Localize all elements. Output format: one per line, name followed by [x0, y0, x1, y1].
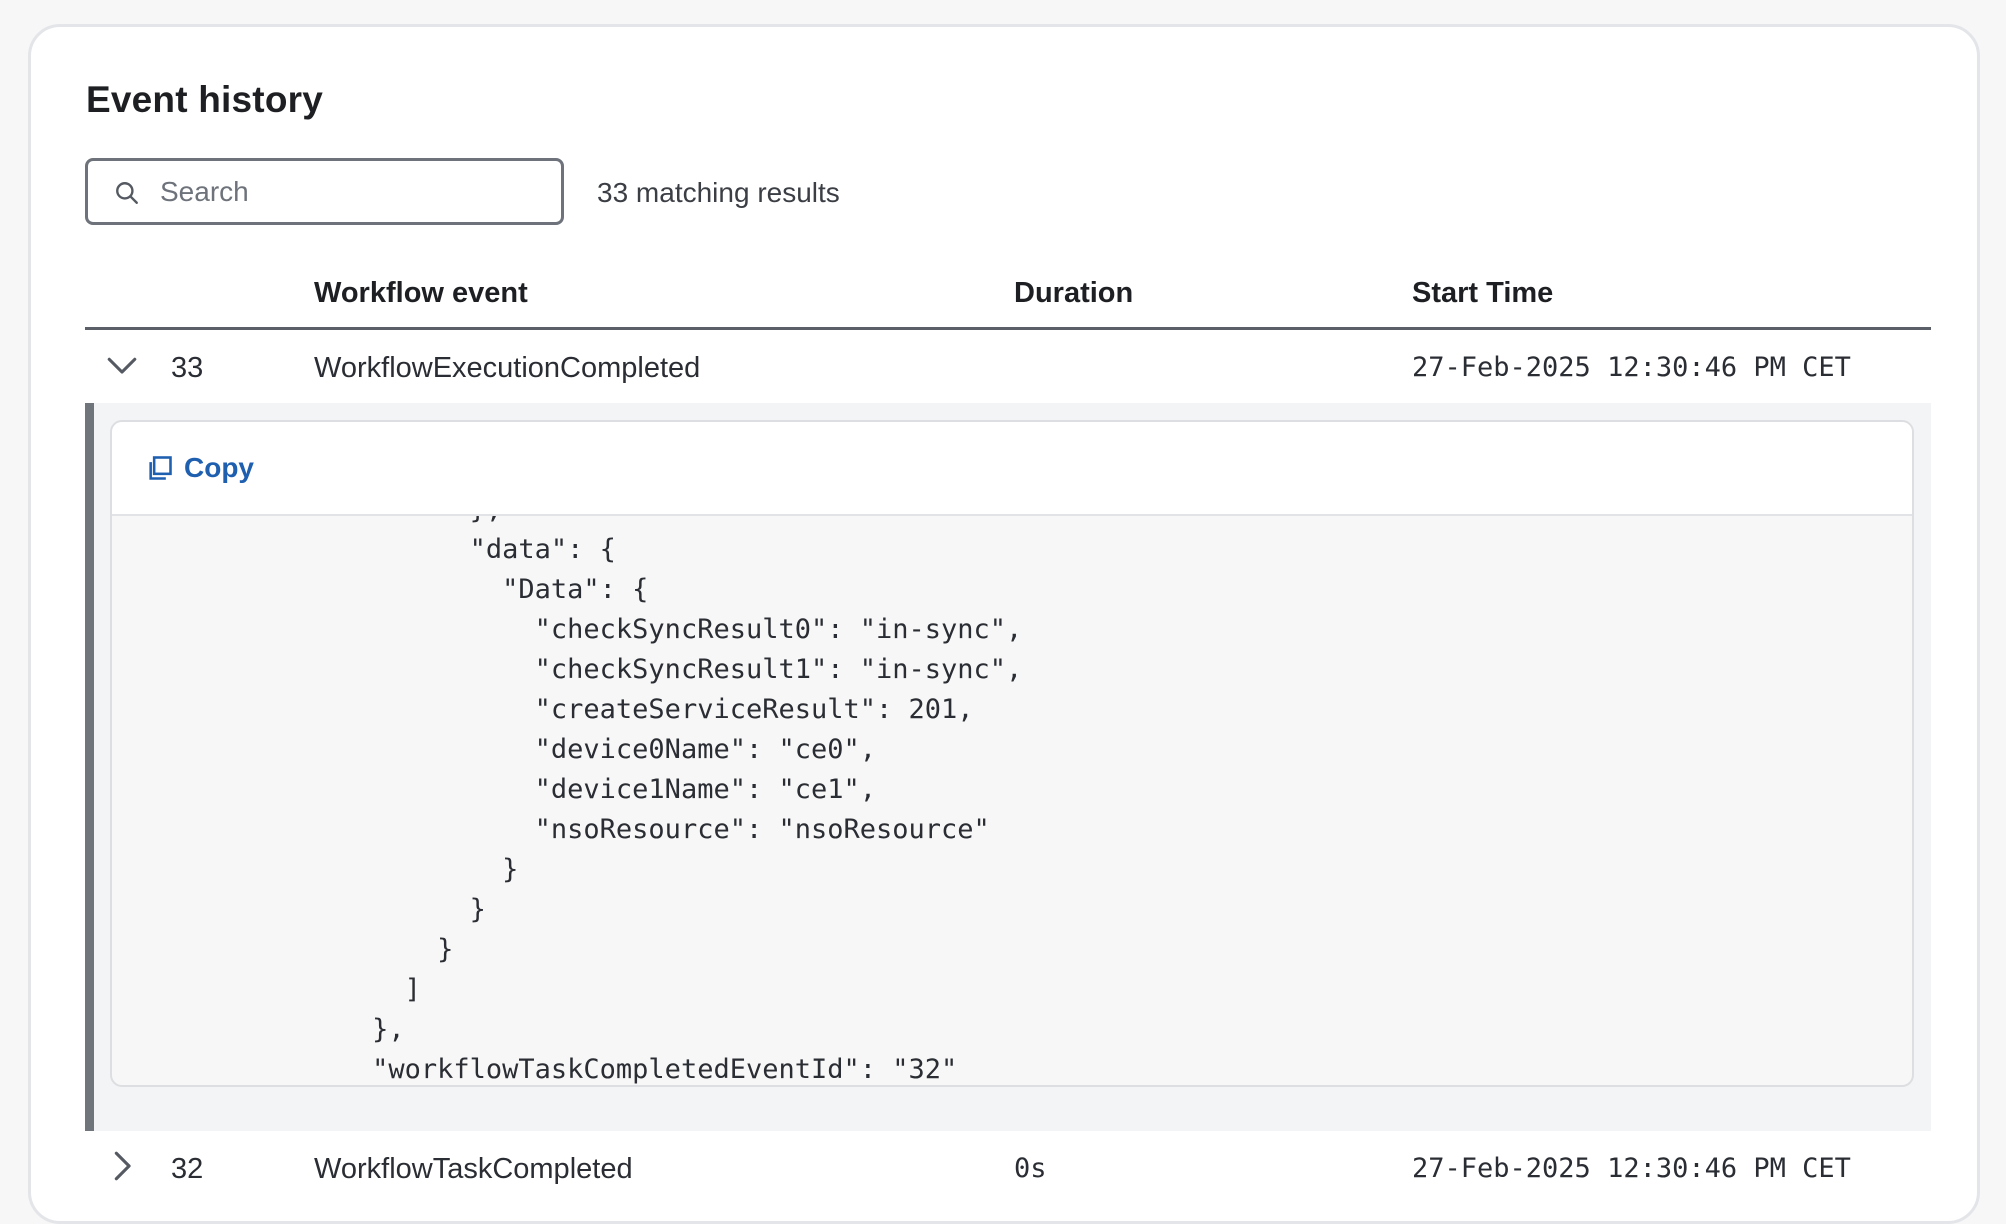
json-payload: }, "data": { "Data": { "checkSyncResult0…	[112, 516, 1023, 1085]
code-line: }	[112, 934, 454, 965]
column-header-workflow-event[interactable]: Workflow event	[314, 277, 528, 310]
event-type: WorkflowExecutionCompleted	[314, 352, 701, 384]
code-line: "checkSyncResult0": "in-sync",	[112, 614, 1023, 645]
event-duration: 0s	[1014, 1153, 1047, 1184]
copy-button-label: Copy	[184, 452, 254, 483]
event-start-time: 27-Feb-2025 12:30:46 PM CET	[1412, 352, 1851, 383]
code-line: }	[112, 854, 519, 885]
code-line: ]	[112, 974, 421, 1005]
table-row[interactable]: 33 WorkflowExecutionCompleted 27-Feb-202…	[85, 330, 1931, 404]
page-title: Event history	[86, 79, 323, 120]
search-box[interactable]	[85, 158, 564, 225]
code-line: "checkSyncResult1": "in-sync",	[112, 654, 1023, 685]
code-line: "createServiceResult": 201,	[112, 694, 974, 725]
code-line: "nsoResource": "nsoResource"	[112, 814, 990, 845]
code-line: "device0Name": "ce0",	[112, 734, 877, 765]
event-id: 33	[171, 352, 204, 384]
code-scroll-area[interactable]: }, "data": { "Data": { "checkSyncResult0…	[112, 516, 1912, 1085]
column-header-duration[interactable]: Duration	[1014, 277, 1133, 310]
code-line: }	[112, 894, 486, 925]
event-id: 32	[171, 1153, 204, 1185]
copy-toolbar: Copy	[112, 422, 1912, 516]
code-line: "Data": {	[112, 574, 649, 605]
results-count: 33 matching results	[597, 177, 840, 208]
chevron-down-icon[interactable]	[105, 348, 139, 382]
event-detail-panel: Copy }, "data": { "Data": { "checkSyncRe…	[85, 403, 1931, 1131]
chevron-right-icon[interactable]	[105, 1149, 139, 1183]
copy-button[interactable]: Copy	[146, 452, 254, 484]
column-header-start-time[interactable]: Start Time	[1412, 277, 1553, 310]
event-start-time: 27-Feb-2025 12:30:46 PM CET	[1412, 1153, 1851, 1184]
code-line: },	[112, 516, 503, 525]
event-type: WorkflowTaskCompleted	[314, 1153, 633, 1185]
copy-icon	[149, 456, 172, 480]
search-input[interactable]	[160, 161, 550, 222]
event-history-card: Event history 33 matching results Workfl…	[28, 24, 1980, 1224]
code-line: "workflowTaskCompletedEventId": "32"	[112, 1054, 958, 1085]
event-detail-code-block: Copy }, "data": { "Data": { "checkSyncRe…	[110, 420, 1914, 1087]
search-icon	[116, 182, 138, 204]
code-line: "device1Name": "ce1",	[112, 774, 877, 805]
code-line: },	[112, 1014, 405, 1045]
table-row[interactable]: 32 WorkflowTaskCompleted 0s 27-Feb-2025 …	[85, 1127, 1931, 1201]
code-line: "data": {	[112, 534, 616, 565]
